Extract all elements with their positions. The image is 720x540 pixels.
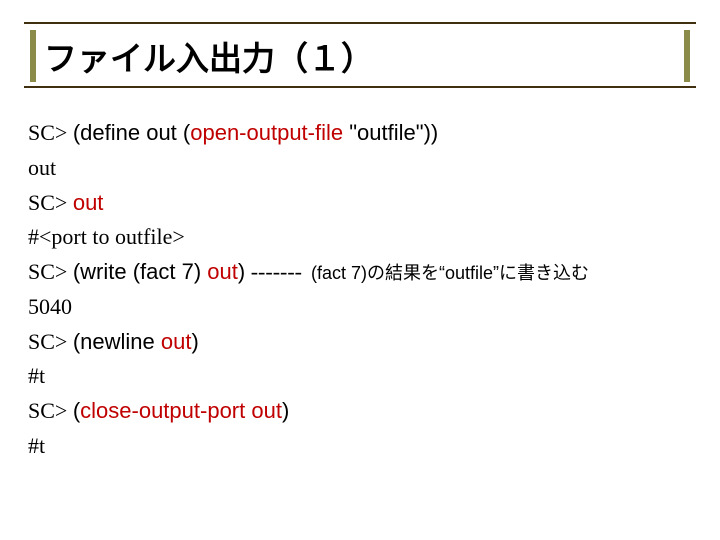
prompt: SC> — [28, 120, 67, 145]
prompt: SC> — [28, 398, 67, 423]
title-bar: ファイル入出力（１） — [24, 22, 696, 88]
output: #t — [28, 363, 45, 388]
output: #<port to outfile> — [28, 224, 185, 249]
expr: out — [73, 190, 104, 215]
output: out — [28, 155, 56, 180]
prompt: SC> — [28, 259, 67, 284]
slide-title: ファイル入出力（１） — [44, 32, 676, 80]
output: 5040 — [28, 294, 72, 319]
code-block: SC> (define out (open-output-file "outfi… — [24, 116, 696, 464]
annotation: (fact 7)の結果を“outfile”に書き込む — [306, 263, 589, 283]
expr: (newline out) — [73, 329, 199, 354]
expr: (write (fact 7) out) — [73, 259, 245, 284]
prompt: SC> — [28, 190, 67, 215]
prompt: SC> — [28, 329, 67, 354]
expr: (define out (open-output-file "outfile")… — [73, 120, 438, 145]
output: #t — [28, 433, 45, 458]
dashes: ------- — [251, 259, 302, 284]
expr: (close-output-port out) — [73, 398, 289, 423]
